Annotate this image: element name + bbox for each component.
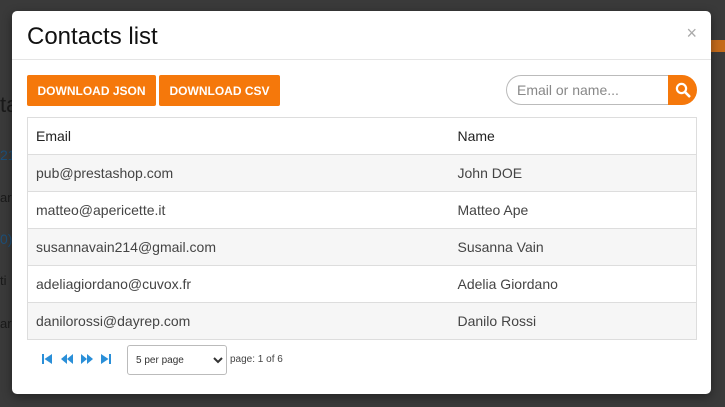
contacts-modal: Contacts list × DOWNLOAD JSON DOWNLOAD C… xyxy=(12,11,711,394)
table-row[interactable]: danilorossi@dayrep.com Danilo Rossi xyxy=(27,302,697,340)
name-cell: Danilo Rossi xyxy=(449,302,697,340)
per-page-select[interactable]: 5 per page xyxy=(127,345,227,375)
modal-title: Contacts list xyxy=(27,23,158,50)
page-info: page: 1 of 6 xyxy=(230,354,283,365)
search-icon xyxy=(675,82,691,98)
last-page-icon[interactable] xyxy=(100,353,112,365)
previous-page-icon[interactable] xyxy=(60,353,74,365)
toolbar: DOWNLOAD JSON DOWNLOAD CSV xyxy=(27,75,697,106)
download-csv-button[interactable]: DOWNLOAD CSV xyxy=(159,75,280,106)
name-cell: Adelia Giordano xyxy=(449,265,697,303)
search-input[interactable] xyxy=(506,75,670,105)
email-cell: adeliagiordano@cuvox.fr xyxy=(27,265,450,303)
search-group xyxy=(506,75,697,106)
table-row[interactable]: susannavain214@gmail.com Susanna Vain xyxy=(27,228,697,266)
table-row[interactable]: pub@prestashop.com John DOE xyxy=(27,154,697,192)
background-text: ti xyxy=(0,273,7,288)
close-icon[interactable]: × xyxy=(686,24,697,42)
background-text: 0) xyxy=(0,231,13,247)
column-header-email[interactable]: Email xyxy=(27,117,450,155)
search-button[interactable] xyxy=(668,75,697,105)
pagination: 5 per page page: 1 of 6 xyxy=(27,344,327,375)
email-cell: susannavain214@gmail.com xyxy=(27,228,450,266)
email-cell: matteo@apericette.it xyxy=(27,191,450,229)
first-page-icon[interactable] xyxy=(41,353,53,365)
next-page-icon[interactable] xyxy=(80,353,94,365)
name-cell: Matteo Ape xyxy=(449,191,697,229)
background-text: ar xyxy=(0,190,12,205)
contacts-table: Email Name pub@prestashop.com John DOE m… xyxy=(27,117,697,340)
name-cell: John DOE xyxy=(449,154,697,192)
table-row[interactable]: matteo@apericette.it Matteo Ape xyxy=(27,191,697,229)
email-cell: danilorossi@dayrep.com xyxy=(27,302,450,340)
email-cell: pub@prestashop.com xyxy=(27,154,450,192)
modal-header: Contacts list × xyxy=(12,11,711,60)
download-json-button[interactable]: DOWNLOAD JSON xyxy=(27,75,156,106)
table-row[interactable]: adeliagiordano@cuvox.fr Adelia Giordano xyxy=(27,265,697,303)
background-accent xyxy=(711,40,725,52)
name-cell: Susanna Vain xyxy=(449,228,697,266)
table-header-row: Email Name xyxy=(27,117,697,155)
background-text: ar xyxy=(0,316,12,331)
column-header-name[interactable]: Name xyxy=(449,117,697,155)
